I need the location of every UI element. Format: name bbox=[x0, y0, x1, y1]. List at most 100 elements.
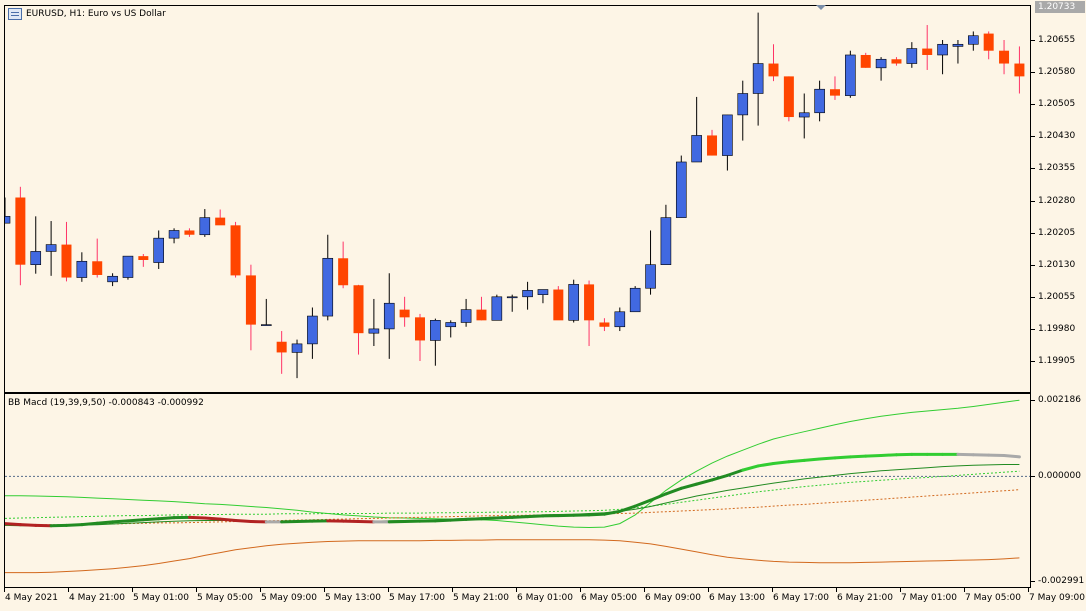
candle-bear[interactable] bbox=[92, 261, 103, 275]
candle-bull[interactable] bbox=[522, 290, 533, 298]
time-axis-label: 7 May 09:00 bbox=[1029, 593, 1085, 603]
time-axis-label: 5 May 09:00 bbox=[261, 593, 317, 603]
candle-bull[interactable] bbox=[906, 48, 918, 64]
candle-bear[interactable] bbox=[707, 135, 718, 156]
time-axis-tick bbox=[836, 588, 837, 592]
candle-bear[interactable] bbox=[338, 258, 349, 286]
time-axis-label: 4 May 2021 bbox=[5, 593, 58, 603]
candle-bull[interactable] bbox=[875, 58, 887, 69]
time-axis-label: 5 May 21:00 bbox=[453, 593, 509, 603]
macd-segment bbox=[741, 464, 760, 472]
candle-bull[interactable] bbox=[368, 328, 380, 334]
time-axis-tick bbox=[772, 588, 773, 592]
candle-bull[interactable] bbox=[291, 343, 303, 353]
macd-segment bbox=[111, 519, 130, 524]
candle-bull[interactable] bbox=[752, 63, 764, 94]
price-axis-tick bbox=[1031, 232, 1035, 234]
candle-bear[interactable] bbox=[922, 48, 933, 55]
candle-bull[interactable] bbox=[122, 255, 134, 278]
macd-segment bbox=[18, 523, 38, 527]
candle-bull[interactable] bbox=[76, 260, 88, 278]
candle-bull[interactable] bbox=[814, 88, 825, 114]
candle-bear[interactable] bbox=[215, 217, 226, 226]
candle-bull[interactable] bbox=[722, 114, 733, 156]
candle-bear[interactable] bbox=[783, 76, 794, 118]
macd-segment bbox=[787, 458, 806, 464]
candle-bull[interactable] bbox=[629, 287, 641, 313]
candle-bull[interactable] bbox=[737, 93, 749, 116]
candle-bull[interactable] bbox=[445, 322, 457, 328]
candle-bear[interactable] bbox=[138, 256, 149, 260]
candle-bear[interactable] bbox=[983, 33, 994, 51]
candle-bull[interactable] bbox=[491, 296, 503, 321]
candle-bull[interactable] bbox=[968, 35, 979, 45]
candle-bull[interactable] bbox=[675, 161, 687, 218]
candle-bear[interactable] bbox=[599, 322, 610, 327]
candle-bear[interactable] bbox=[860, 54, 871, 68]
candle-bull[interactable] bbox=[199, 217, 211, 236]
candle-bull[interactable] bbox=[322, 257, 334, 317]
candle-bull[interactable] bbox=[0, 216, 11, 224]
chart-window[interactable]: EURUSD, H1: Euro vs US Dollar BB Macd (1… bbox=[0, 0, 1086, 611]
candle-bull[interactable] bbox=[383, 302, 395, 330]
indicator-axis-tick bbox=[1031, 476, 1035, 478]
macd-segment bbox=[756, 461, 775, 468]
candle-bull[interactable] bbox=[307, 315, 318, 345]
time-axis-tick bbox=[196, 588, 197, 592]
candle-bull[interactable] bbox=[645, 264, 656, 289]
candle-bear[interactable] bbox=[276, 341, 287, 353]
candle-bull[interactable] bbox=[30, 251, 42, 266]
candle-bull[interactable] bbox=[691, 135, 702, 163]
candle-bull[interactable] bbox=[798, 112, 810, 118]
candle-bull[interactable] bbox=[952, 43, 964, 47]
chart-window-icon[interactable] bbox=[8, 8, 22, 20]
candle-bear[interactable] bbox=[1014, 63, 1025, 77]
candle-bull[interactable] bbox=[153, 237, 164, 263]
time-axis-label: 7 May 05:00 bbox=[965, 593, 1021, 603]
candle-bear[interactable] bbox=[245, 275, 256, 325]
price-axis-label: 1.20430 bbox=[1038, 131, 1076, 142]
upper-mid-line bbox=[5, 470, 1020, 519]
candle-bull[interactable] bbox=[845, 54, 856, 96]
candle-bear[interactable] bbox=[891, 59, 902, 64]
candle-bear[interactable] bbox=[61, 244, 72, 278]
candle-bull[interactable] bbox=[107, 275, 118, 283]
macd-segment bbox=[725, 468, 745, 477]
candle-bear[interactable] bbox=[584, 284, 595, 321]
candle-bull[interactable] bbox=[460, 309, 472, 323]
macd-segment bbox=[126, 518, 145, 523]
time-axis-label: 5 May 13:00 bbox=[325, 593, 381, 603]
candle-bear[interactable] bbox=[476, 309, 487, 321]
candle-bull[interactable] bbox=[937, 43, 948, 56]
time-axis-label: 6 May 13:00 bbox=[709, 593, 765, 603]
candle-bull[interactable] bbox=[506, 296, 518, 299]
time-axis-tick bbox=[452, 588, 453, 592]
price-axis-tick bbox=[1031, 200, 1035, 202]
candle-bull[interactable] bbox=[45, 244, 57, 252]
time-axis-tick bbox=[708, 588, 709, 592]
candle-bull[interactable] bbox=[537, 289, 549, 295]
candle-bull[interactable] bbox=[614, 311, 626, 328]
candle-bear[interactable] bbox=[15, 197, 26, 265]
candle-bear[interactable] bbox=[230, 225, 241, 276]
candle-bear[interactable] bbox=[829, 89, 840, 96]
candle-bull[interactable] bbox=[430, 320, 441, 341]
chart-shift-marker-icon[interactable] bbox=[816, 5, 826, 10]
candle-bear[interactable] bbox=[768, 63, 779, 77]
macd-segment bbox=[495, 515, 514, 520]
price-axis-tick bbox=[1031, 361, 1035, 362]
candle-bull[interactable] bbox=[568, 284, 579, 321]
candle-bull[interactable] bbox=[168, 230, 180, 239]
candle-bear[interactable] bbox=[999, 50, 1010, 64]
macd-segment bbox=[802, 457, 822, 462]
price-axis-label: 1.20355 bbox=[1038, 163, 1076, 174]
price-axis-label: 1.20055 bbox=[1038, 291, 1076, 302]
candle-bear[interactable] bbox=[553, 289, 564, 321]
candle-bull[interactable] bbox=[660, 217, 672, 265]
candle-bear[interactable] bbox=[353, 285, 364, 334]
price-axis[interactable] bbox=[1031, 0, 1086, 611]
candle-bull[interactable] bbox=[260, 324, 272, 326]
candle-bear[interactable] bbox=[414, 317, 425, 341]
candle-bear[interactable] bbox=[184, 230, 195, 235]
candle-bear[interactable] bbox=[399, 309, 410, 318]
